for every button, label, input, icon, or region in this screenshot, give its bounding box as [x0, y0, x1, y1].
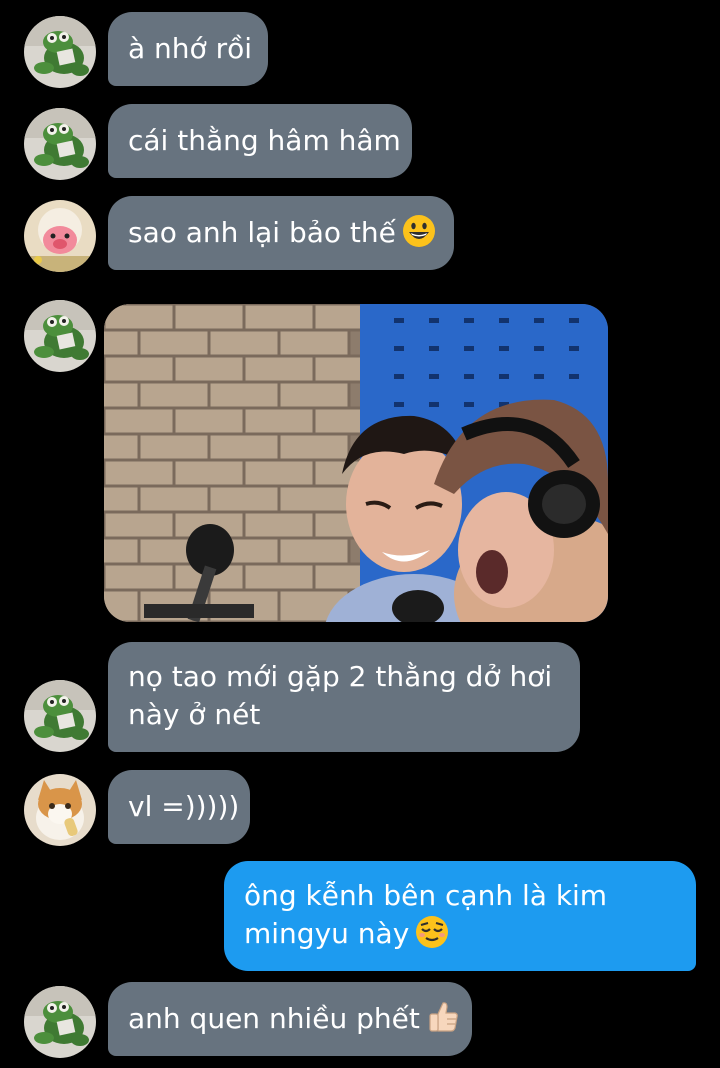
message-bubble[interactable]: à nhớ rồi: [108, 12, 268, 86]
message-text: anh quen nhiều phết: [128, 1002, 420, 1035]
pink-plush-avatar-icon: [24, 200, 96, 272]
frog-plush-avatar-icon: [24, 986, 96, 1058]
message-text-line: nọ tao mới gặp 2 thằng dở hơi: [128, 660, 553, 693]
message-bubble[interactable]: cái thằng hâm hâm: [108, 104, 412, 178]
cat-avatar-icon: [24, 774, 96, 846]
thumbs-up-icon: [429, 1002, 458, 1032]
relieved-face-icon: [416, 916, 449, 948]
sender-avatar[interactable]: [24, 300, 96, 372]
frog-plush-avatar-icon: [24, 680, 96, 752]
sender-avatar[interactable]: [24, 108, 96, 180]
frog-plush-avatar-icon: [24, 108, 96, 180]
sender-avatar[interactable]: [24, 986, 96, 1058]
message-text: sao anh lại bảo thế: [128, 216, 396, 249]
message-text-line: mingyu này: [244, 917, 410, 950]
message-bubble[interactable]: nọ tao mới gặp 2 thằng dở hơi này ở nét: [108, 642, 580, 752]
grinning-face-icon: [402, 215, 435, 247]
message-bubble[interactable]: sao anh lại bảo thế: [108, 196, 454, 270]
frog-plush-avatar-icon: [24, 300, 96, 372]
sender-avatar[interactable]: [24, 774, 96, 846]
message-text: vl =))))): [128, 790, 240, 823]
outgoing-message-bubble[interactable]: ông kễnh bên cạnh là kim mingyu này: [224, 861, 696, 971]
photo-image: [104, 304, 608, 622]
sender-avatar[interactable]: [24, 680, 96, 752]
message-bubble[interactable]: anh quen nhiều phết: [108, 982, 472, 1056]
message-text-line: ông kễnh bên cạnh là kim: [244, 879, 608, 912]
sender-avatar[interactable]: [24, 200, 96, 272]
message-text: à nhớ rồi: [128, 32, 253, 65]
frog-plush-avatar-icon: [24, 16, 96, 88]
sender-avatar[interactable]: [24, 16, 96, 88]
message-photo[interactable]: [104, 304, 608, 622]
message-text-line: này ở nét: [128, 698, 261, 731]
message-bubble[interactable]: vl =))))): [108, 770, 250, 844]
message-text: cái thằng hâm hâm: [128, 124, 401, 157]
